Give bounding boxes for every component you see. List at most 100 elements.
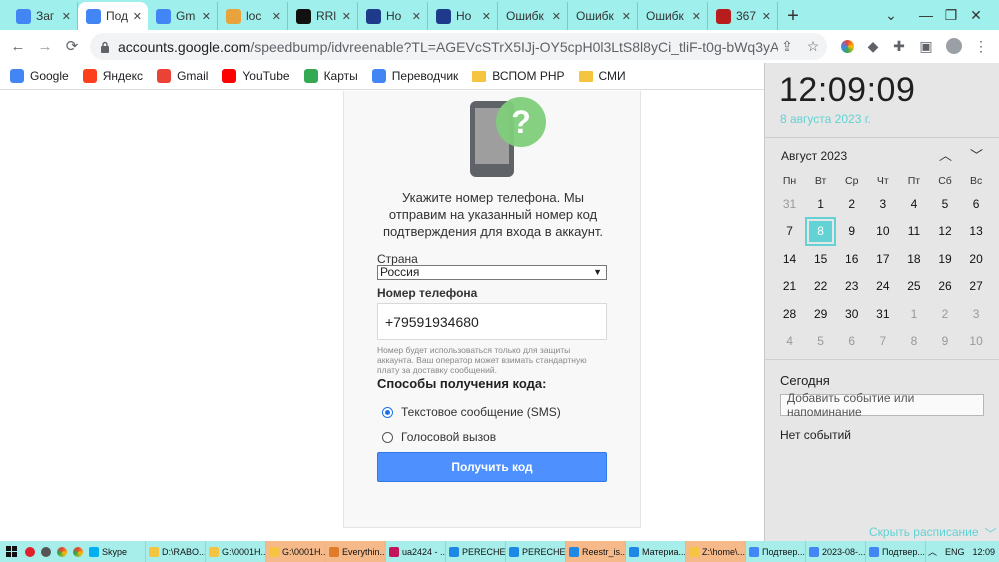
close-tab-icon[interactable]: ✕ — [272, 10, 281, 23]
calendar-day[interactable]: 16 — [836, 245, 867, 273]
calendar-day[interactable]: 29 — [805, 300, 836, 328]
tray-chevron-up-icon[interactable]: ︿ — [928, 545, 937, 558]
new-tab-button[interactable]: + — [778, 2, 808, 30]
browser-tab[interactable]: Gm ✕ — [148, 2, 218, 30]
windows-start-icon[interactable] — [0, 541, 22, 562]
calendar-day[interactable]: 27 — [961, 273, 992, 301]
bookmark-item[interactable]: ВСПОМ PHP — [472, 69, 565, 83]
calendar-day[interactable]: 15 — [805, 245, 836, 273]
chevron-up-icon[interactable]: ︿ — [939, 145, 952, 164]
calendar-day[interactable]: 24 — [867, 273, 898, 301]
taskbar-item[interactable]: ua2424 - ... — [386, 541, 446, 562]
taskbar-item[interactable]: Z:\home\... — [686, 541, 746, 562]
browser-tab[interactable]: RRl ✕ — [288, 2, 358, 30]
chrome-icon[interactable] — [70, 541, 86, 562]
close-tab-icon[interactable]: ✕ — [412, 10, 421, 23]
taskbar-item[interactable]: PERECHE... — [506, 541, 566, 562]
browser-tab[interactable]: Но ✕ — [428, 2, 498, 30]
calendar-day[interactable]: 7 — [774, 218, 805, 246]
opera-icon[interactable] — [22, 541, 38, 562]
taskbar-item[interactable]: G:\0001H... — [206, 541, 266, 562]
close-tab-icon[interactable]: ✕ — [133, 10, 142, 23]
calendar-day[interactable]: 10 — [961, 328, 992, 356]
calendar-day[interactable]: 21 — [774, 273, 805, 301]
calendar-day[interactable]: 17 — [867, 245, 898, 273]
calendar-day[interactable]: 31 — [774, 190, 805, 218]
browser-tab[interactable]: Ошибк ✕ — [498, 2, 568, 30]
calendar-day[interactable]: 7 — [867, 328, 898, 356]
menu-icon[interactable]: ⋮ — [972, 37, 990, 55]
browser-tab[interactable]: Но ✕ — [358, 2, 428, 30]
browser-tab[interactable]: 367 ✕ — [708, 2, 778, 30]
calendar-day[interactable]: 31 — [867, 300, 898, 328]
bookmark-item[interactable]: СМИ — [578, 69, 626, 83]
calendar-day[interactable]: 9 — [836, 218, 867, 246]
method-sms-option[interactable]: Текстовое сообщение (SMS) — [382, 405, 561, 419]
calendar-day[interactable]: 19 — [929, 245, 960, 273]
date-link[interactable]: 8 августа 2023 г. — [780, 112, 871, 126]
taskbar-item[interactable]: 2023-08-... — [806, 541, 866, 562]
close-tab-icon[interactable]: ✕ — [692, 10, 701, 23]
taskbar-item[interactable]: Everythin... — [326, 541, 386, 562]
extension-icon[interactable]: ◆ — [864, 37, 882, 55]
calendar-day[interactable]: 10 — [867, 218, 898, 246]
country-select[interactable]: Россия ▼ — [377, 265, 607, 280]
taskbar-item[interactable]: Подтвер... — [746, 541, 806, 562]
calendar-day[interactable]: 23 — [836, 273, 867, 301]
calendar-day[interactable]: 18 — [898, 245, 929, 273]
calendar-day[interactable]: 11 — [898, 218, 929, 246]
calendar-day[interactable]: 26 — [929, 273, 960, 301]
schedule-toggle[interactable]: Скрыть расписание ﹀ — [869, 525, 997, 542]
reload-button[interactable]: ⟳ — [58, 32, 86, 60]
taskbar-item[interactable]: Reestr_is... — [566, 541, 626, 562]
language-indicator[interactable]: ENG — [945, 547, 965, 557]
calendar-day[interactable]: 1 — [898, 300, 929, 328]
method-voice-option[interactable]: Голосовой вызов — [382, 430, 496, 444]
taskbar-item[interactable]: Skype — [86, 541, 146, 562]
calendar-day[interactable]: 9 — [929, 328, 960, 356]
calendar-day[interactable]: 5 — [805, 328, 836, 356]
calendar-day[interactable]: 25 — [898, 273, 929, 301]
browser-tab[interactable]: Заг ✕ — [8, 2, 78, 30]
taskbar-item[interactable]: G:\0001H... — [266, 541, 326, 562]
browser-tab[interactable]: Ошибк ✕ — [638, 2, 708, 30]
close-tab-icon[interactable]: ✕ — [762, 10, 771, 23]
calendar-day[interactable]: 12 — [929, 218, 960, 246]
calendar-day-today[interactable]: 8 — [805, 216, 837, 246]
calendar-day[interactable]: 4 — [898, 190, 929, 218]
browser-tab[interactable]: loc ✕ — [218, 2, 288, 30]
bookmark-star-icon[interactable]: ☆ — [804, 37, 822, 55]
calendar-day[interactable]: 13 — [961, 218, 992, 246]
app-icon[interactable] — [38, 541, 54, 562]
sms-radio[interactable] — [382, 406, 393, 418]
close-tab-icon[interactable]: ✕ — [552, 10, 561, 23]
puzzle-icon[interactable]: ✚ — [890, 37, 908, 55]
address-bar[interactable]: accounts.google.com/speedbump/idvreenabl… — [90, 33, 827, 60]
calendar-day[interactable]: 8 — [898, 328, 929, 356]
bookmark-item[interactable]: Карты — [303, 69, 358, 83]
close-window-button[interactable]: ✕ — [953, 0, 999, 30]
calendar-day[interactable]: 1 — [805, 190, 836, 218]
calendar-day[interactable]: 6 — [961, 190, 992, 218]
calendar-day[interactable]: 2 — [929, 300, 960, 328]
calendar-day[interactable]: 28 — [774, 300, 805, 328]
calendar-day[interactable]: 2 — [836, 190, 867, 218]
bookmark-item[interactable]: Gmail — [157, 69, 208, 83]
chevron-down-icon[interactable]: ﹀ — [970, 145, 983, 164]
close-tab-icon[interactable]: ✕ — [482, 10, 491, 23]
calendar-day[interactable]: 22 — [805, 273, 836, 301]
voice-radio[interactable] — [382, 431, 393, 443]
profile-avatar-icon[interactable] — [945, 37, 963, 55]
calendar-day[interactable]: 6 — [836, 328, 867, 356]
phone-input[interactable]: +79591934680 — [377, 303, 607, 340]
back-button[interactable]: ← — [4, 32, 32, 60]
bookmark-item[interactable]: YouTube — [222, 69, 290, 83]
get-code-button[interactable]: Получить код — [377, 452, 607, 482]
taskbar-item[interactable]: Материа... — [626, 541, 686, 562]
forward-button[interactable]: → — [31, 32, 59, 60]
side-panel-icon[interactable]: ▣ — [917, 37, 935, 55]
calendar-day[interactable]: 3 — [961, 300, 992, 328]
calendar-day[interactable]: 5 — [929, 190, 960, 218]
bookmark-item[interactable]: Переводчик — [371, 69, 458, 83]
browser-tab[interactable]: Ошибк ✕ — [568, 2, 638, 30]
